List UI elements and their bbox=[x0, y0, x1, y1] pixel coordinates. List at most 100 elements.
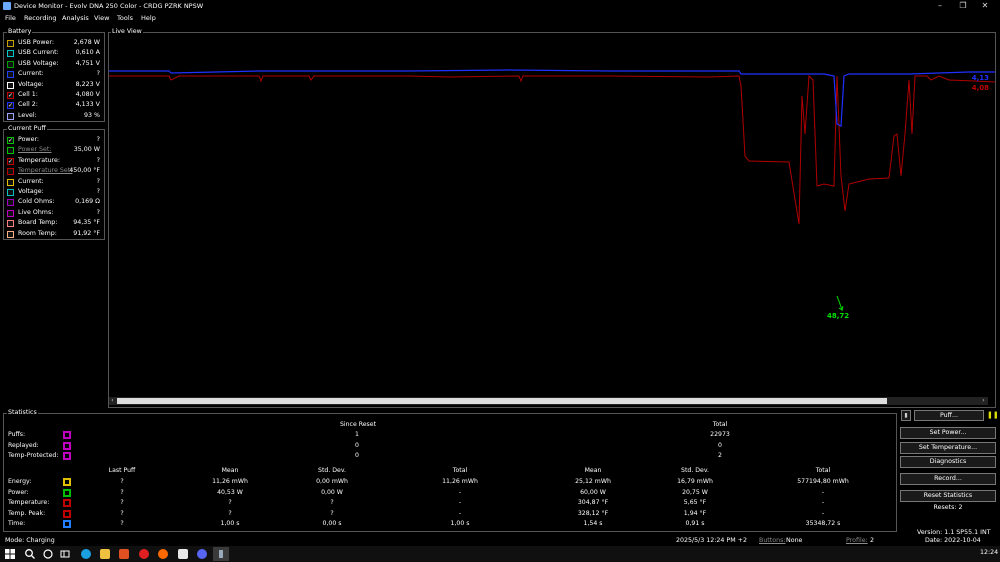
stat-row-swatch-1[interactable] bbox=[63, 488, 71, 497]
red-series-line bbox=[109, 74, 995, 225]
edge-browser-icon[interactable] bbox=[81, 549, 91, 559]
record-button[interactable]: Record... bbox=[900, 473, 996, 485]
menu-help[interactable]: Help bbox=[141, 14, 156, 22]
stat-cell-1-5: 20,75 W bbox=[682, 488, 708, 496]
search-icon[interactable] bbox=[24, 548, 36, 560]
discord-icon[interactable] bbox=[197, 549, 207, 559]
battery-row-value-1: 0,610 A bbox=[75, 49, 100, 57]
stat-cell-4-1: 1,00 s bbox=[220, 520, 240, 527]
pause-icon[interactable]: ❚❚ bbox=[987, 410, 999, 421]
puff-row-checkbox-1[interactable] bbox=[7, 147, 14, 155]
green-series-value: 48,72 bbox=[827, 312, 849, 320]
menu-tools[interactable]: Tools bbox=[117, 14, 133, 22]
puff-row-checkbox-8[interactable] bbox=[7, 220, 14, 228]
puff-row-checkbox-4[interactable] bbox=[7, 178, 14, 186]
current-puff-group-label: Current Puff bbox=[7, 125, 47, 132]
battery-row-label-0: USB Power: bbox=[18, 39, 54, 46]
stat-top-total-2: 2 bbox=[718, 452, 722, 459]
stat-row-label-3: Temp. Peak: bbox=[8, 509, 46, 517]
battery-row-checkbox-5[interactable]: ✓ bbox=[7, 92, 14, 99]
stat-cell-0-4: 25,12 mWh bbox=[575, 478, 611, 485]
notepad-icon[interactable] bbox=[178, 549, 188, 559]
stat-cell-4-5: 0,91 s bbox=[685, 520, 705, 527]
battery-row-checkbox-4[interactable] bbox=[7, 81, 14, 89]
live-view-scrollbar[interactable]: ‹ › bbox=[109, 397, 988, 405]
stat-row-swatch-0[interactable] bbox=[63, 478, 71, 486]
statistics-label: Statistics bbox=[7, 409, 38, 416]
menu-bar: File Recording Analysis View Tools Help bbox=[0, 12, 1000, 24]
device-monitor-taskbar-icon[interactable] bbox=[213, 547, 229, 561]
scroll-right-arrow-icon[interactable]: › bbox=[980, 397, 987, 405]
puff-row-checkbox-9[interactable] bbox=[7, 230, 14, 238]
scrollbar-thumb[interactable] bbox=[117, 398, 887, 404]
scroll-left-arrow-icon[interactable]: ‹ bbox=[109, 397, 116, 405]
puff-row-checkbox-2[interactable]: ✓ bbox=[7, 157, 14, 165]
battery-row-label-3: Current: bbox=[18, 70, 44, 78]
widgets-icon[interactable] bbox=[60, 549, 70, 559]
stat-column-header-4: Mean bbox=[584, 467, 602, 474]
stat-top-label-1: Replayed: bbox=[8, 441, 39, 449]
battery-row-checkbox-7[interactable] bbox=[7, 112, 14, 120]
battery-row-value-6: 4,133 V bbox=[75, 101, 100, 109]
menu-view[interactable]: View bbox=[94, 14, 109, 22]
battery-row-value-7: 93 % bbox=[84, 111, 100, 119]
stat-column-header-3: Total bbox=[452, 467, 468, 474]
menu-analysis[interactable]: Analysis bbox=[62, 14, 89, 22]
live-view-label: Live View bbox=[111, 28, 143, 35]
firefox-browser-icon[interactable] bbox=[158, 549, 168, 559]
puff-row-checkbox-7[interactable] bbox=[7, 209, 14, 217]
stat-row-label-4: Time: bbox=[8, 520, 26, 527]
stat-cell-3-1: ? bbox=[228, 509, 232, 517]
stat-top-swatch-1[interactable] bbox=[63, 441, 71, 450]
opera-browser-icon[interactable] bbox=[139, 549, 149, 559]
status-datetime: 2025/5/3 12:24 PM +2 bbox=[676, 537, 747, 544]
set-power-button[interactable]: Set Power... bbox=[900, 427, 996, 439]
device-monitor-glyph-icon bbox=[219, 550, 223, 558]
stat-top-swatch-2[interactable] bbox=[63, 452, 71, 460]
stat-cell-4-0: ? bbox=[120, 520, 124, 527]
stat-top-swatch-0[interactable] bbox=[63, 431, 71, 439]
stat-cell-2-0: ? bbox=[120, 499, 124, 506]
battery-row-checkbox-1[interactable] bbox=[7, 50, 14, 58]
brave-browser-icon[interactable] bbox=[119, 549, 129, 559]
puff-row-value-9: 91,92 °F bbox=[73, 229, 100, 237]
green-series-marker bbox=[836, 295, 844, 312]
red-series-value: 4,08 bbox=[972, 84, 989, 92]
stat-top-label-0: Puffs: bbox=[8, 431, 26, 438]
stat-row-swatch-4[interactable] bbox=[63, 520, 71, 528]
puff-options-icon[interactable]: ▮ bbox=[901, 410, 911, 421]
puff-row-checkbox-3[interactable] bbox=[7, 168, 14, 176]
file-explorer-icon[interactable] bbox=[100, 549, 110, 559]
stat-cell-4-2: 0,00 s bbox=[322, 520, 342, 527]
menu-recording[interactable]: Recording bbox=[24, 14, 57, 22]
stat-row-swatch-3[interactable] bbox=[63, 509, 71, 518]
battery-row-value-0: 2,678 W bbox=[73, 39, 100, 46]
battery-row-checkbox-2[interactable] bbox=[7, 60, 14, 68]
battery-row-checkbox-0[interactable] bbox=[7, 40, 14, 47]
stat-top-label-2: Temp-Protected: bbox=[8, 452, 59, 459]
windows-start-icon[interactable] bbox=[5, 549, 15, 559]
set-temperature-button[interactable]: Set Temperature... bbox=[900, 442, 996, 454]
live-view-graph[interactable]: 4,13 4,08 48,72 bbox=[109, 36, 995, 398]
task-view-icon[interactable] bbox=[42, 548, 54, 560]
stat-cell-0-0: ? bbox=[120, 478, 124, 485]
puff-row-checkbox-5[interactable] bbox=[7, 189, 14, 196]
stat-cell-1-0: ? bbox=[120, 488, 124, 496]
puff-button[interactable]: Puff... bbox=[914, 410, 984, 421]
window-title: Device Monitor - Evolv DNA 250 Color - C… bbox=[14, 2, 204, 10]
stat-row-label-0: Energy: bbox=[8, 478, 32, 485]
reset-statistics-button[interactable]: Reset Statistics bbox=[900, 490, 996, 502]
diagnostics-button[interactable]: Diagnostics bbox=[900, 456, 996, 468]
stat-cell-3-4: 328,12 °F bbox=[577, 509, 609, 517]
battery-row-checkbox-3[interactable] bbox=[7, 71, 14, 79]
close-button[interactable]: ✕ bbox=[970, 0, 1000, 12]
stat-top-since-0: 1 bbox=[355, 431, 359, 438]
taskbar bbox=[0, 546, 1000, 562]
stat-column-header-5: Std. Dev. bbox=[681, 467, 709, 474]
battery-row-checkbox-6[interactable]: ✓ bbox=[7, 102, 14, 110]
stat-row-swatch-2[interactable] bbox=[63, 499, 71, 507]
puff-row-checkbox-0[interactable]: ✓ bbox=[7, 137, 14, 144]
menu-file[interactable]: File bbox=[5, 14, 16, 22]
puff-row-checkbox-6[interactable] bbox=[7, 199, 14, 207]
stat-column-header-0: Last Puff bbox=[108, 467, 136, 474]
